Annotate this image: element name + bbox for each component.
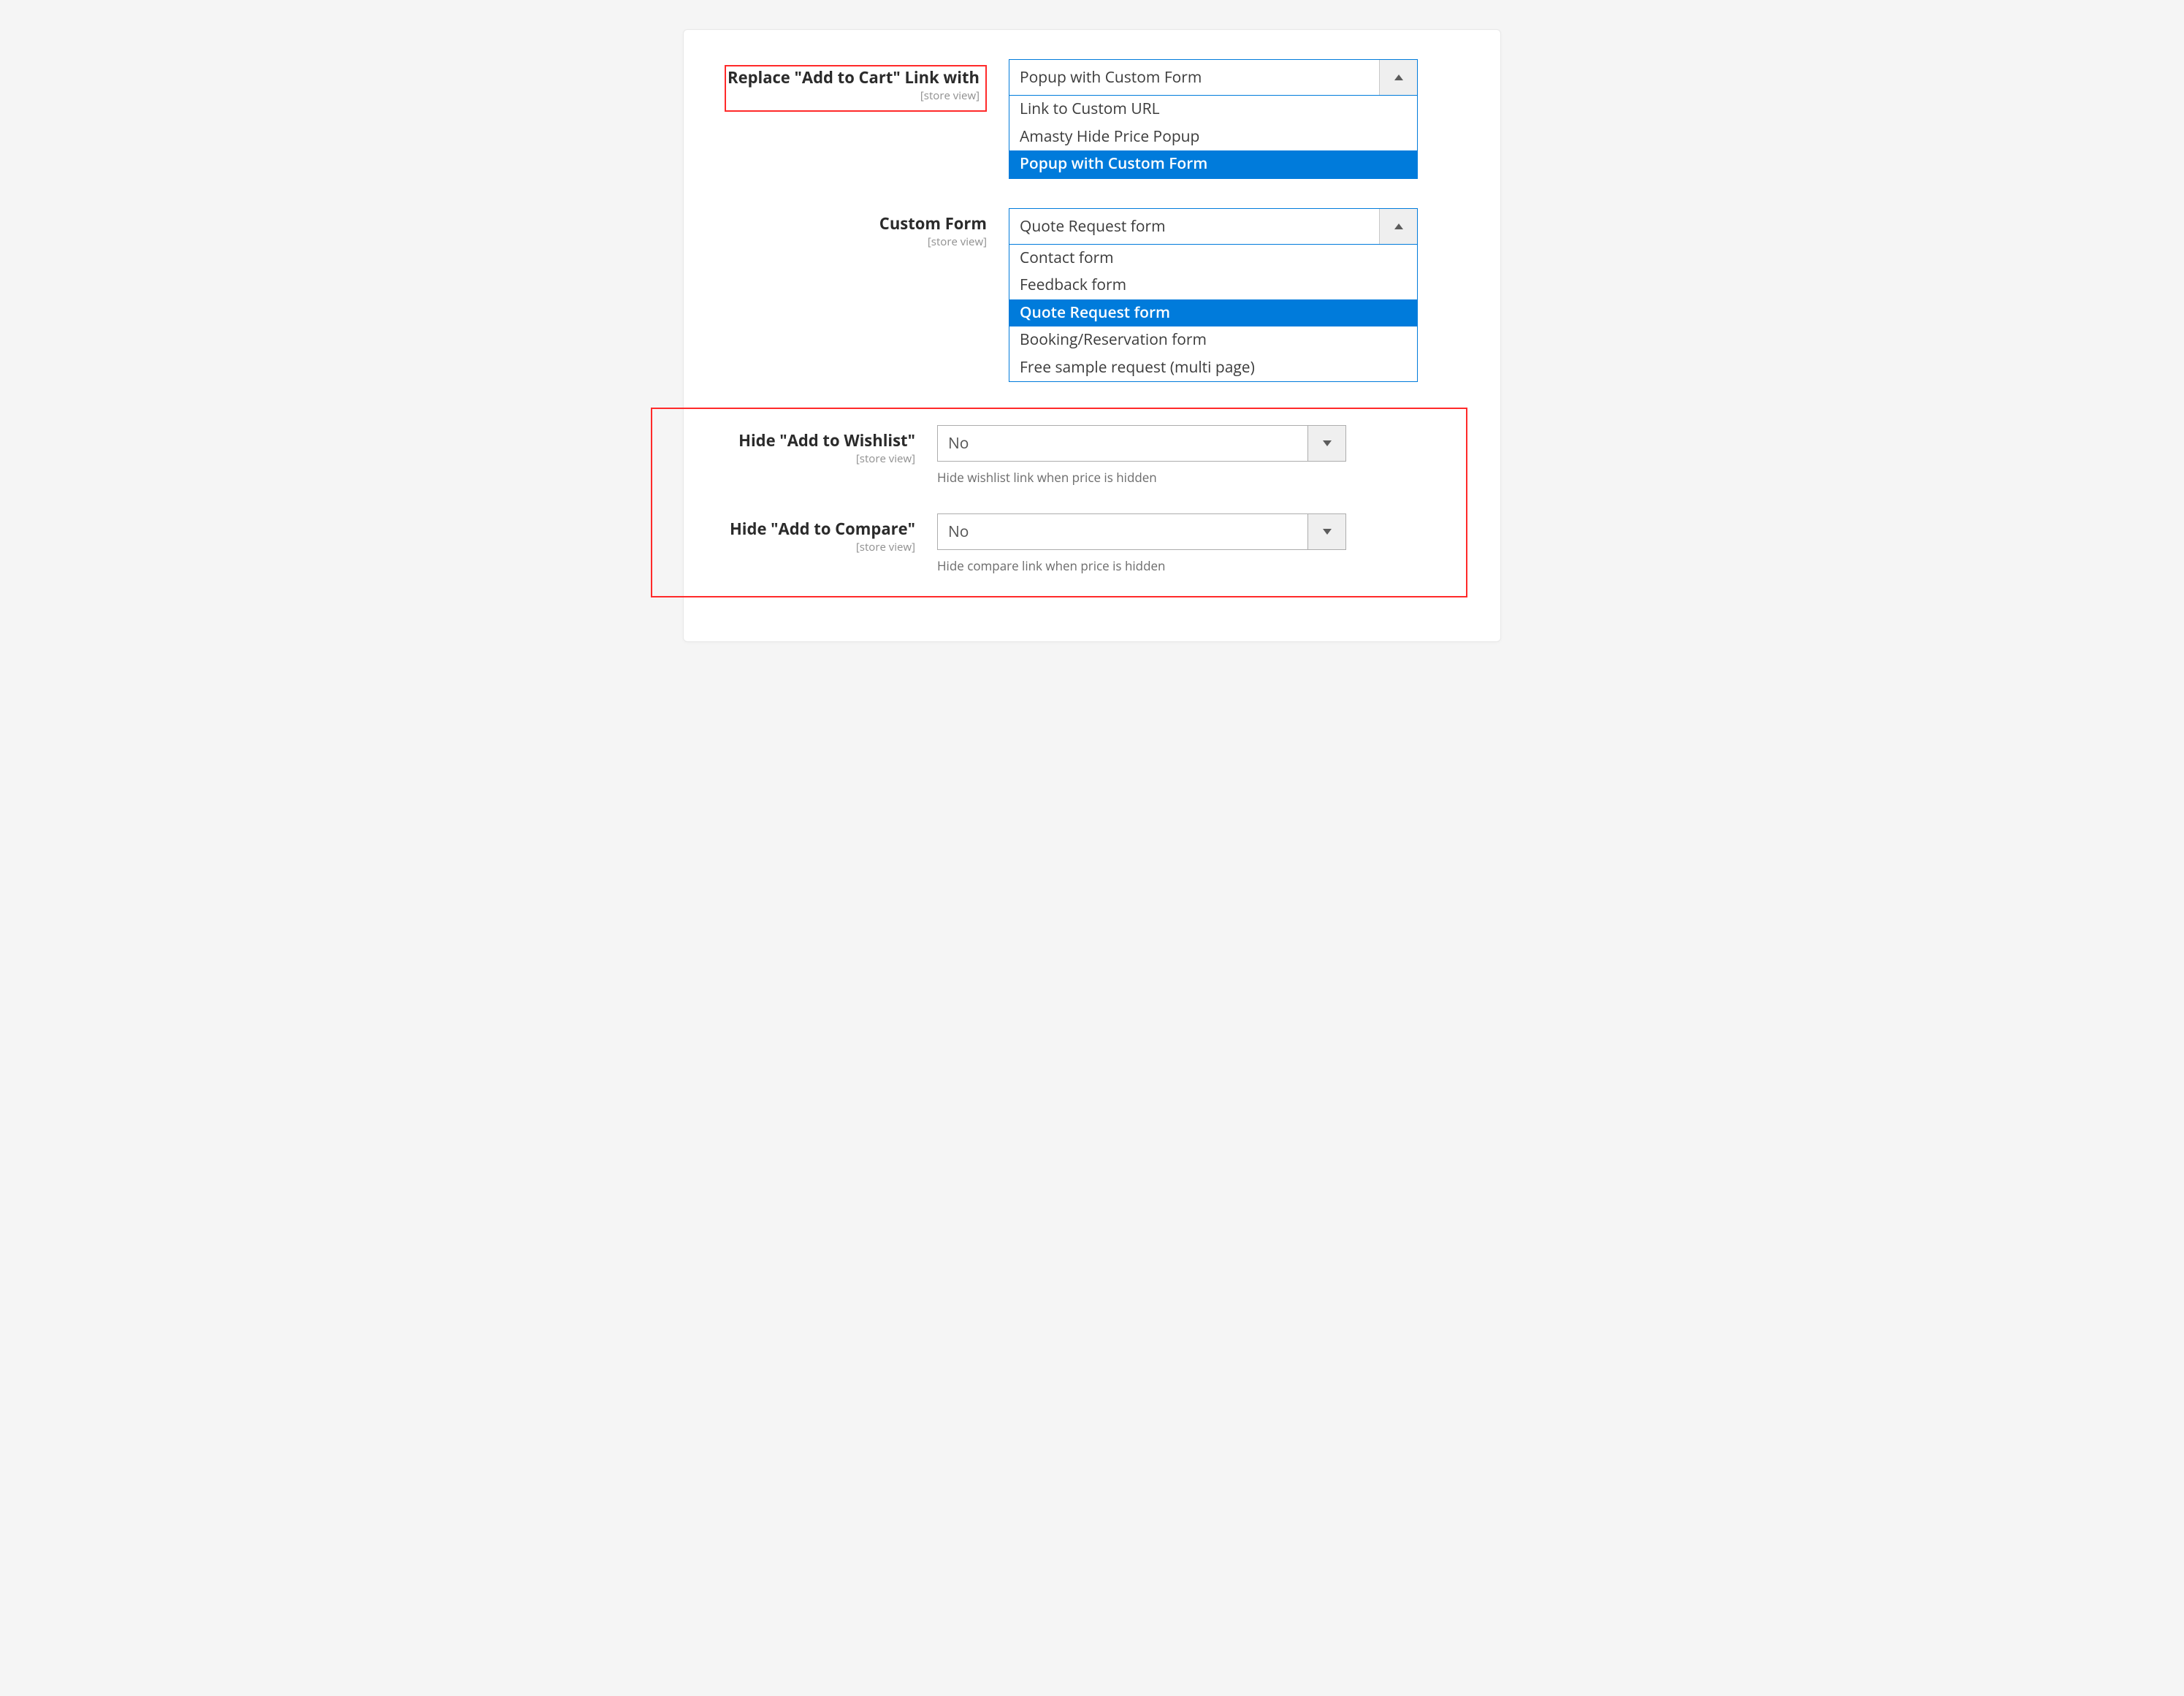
- hide-wishlist-select[interactable]: No: [937, 425, 1346, 462]
- dropdown-option-selected[interactable]: Popup with Custom Form: [1009, 150, 1417, 178]
- field-hint: Hide compare link when price is hidden: [937, 557, 1346, 574]
- select-value: Popup with Custom Form: [1009, 60, 1379, 95]
- value-col: Quote Request form Contact form Feedback…: [1009, 208, 1418, 383]
- label-col: Hide "Add to Compare" [store view]: [722, 513, 937, 554]
- replace-link-dropdown: Link to Custom URL Amasty Hide Price Pop…: [1009, 96, 1418, 179]
- field-custom-form: Custom Form [store view] Quote Request f…: [724, 208, 1460, 383]
- dropdown-option[interactable]: Contact form: [1009, 245, 1417, 272]
- dropdown-option[interactable]: Free sample request (multi page): [1009, 354, 1417, 382]
- value-col: No Hide wishlist link when price is hidd…: [937, 425, 1346, 486]
- replace-link-select[interactable]: Popup with Custom Form: [1009, 59, 1418, 96]
- custom-form-select[interactable]: Quote Request form: [1009, 208, 1418, 245]
- custom-form-dropdown: Contact form Feedback form Quote Request…: [1009, 245, 1418, 383]
- label-scope: [store view]: [724, 234, 987, 249]
- label-text: Hide "Add to Compare": [730, 518, 915, 540]
- highlight-box-label: Replace "Add to Cart" Link with [store v…: [725, 65, 987, 112]
- chevron-up-icon: [1379, 60, 1417, 95]
- label-col: Custom Form [store view]: [724, 208, 1009, 249]
- label-text: Hide "Add to Wishlist": [738, 429, 915, 451]
- label-col: Hide "Add to Wishlist" [store view]: [722, 425, 937, 466]
- field-hint: Hide wishlist link when price is hidden: [937, 469, 1346, 486]
- label-scope: [store view]: [728, 88, 980, 103]
- value-col: No Hide compare link when price is hidde…: [937, 513, 1346, 574]
- dropdown-option[interactable]: Feedback form: [1009, 272, 1417, 299]
- label-text: Custom Form: [879, 213, 987, 234]
- value-col: Popup with Custom Form Link to Custom UR…: [1009, 59, 1418, 179]
- config-panel: Replace "Add to Cart" Link with [store v…: [683, 29, 1501, 642]
- dropdown-option[interactable]: Booking/Reservation form: [1009, 326, 1417, 354]
- field-hide-wishlist: Hide "Add to Wishlist" [store view] No H…: [722, 425, 1450, 486]
- label-scope: [store view]: [722, 540, 915, 554]
- highlight-box-region: Hide "Add to Wishlist" [store view] No H…: [651, 408, 1467, 597]
- field-replace-add-to-cart: Replace "Add to Cart" Link with [store v…: [724, 59, 1460, 179]
- chevron-down-icon: [1307, 514, 1345, 549]
- dropdown-option[interactable]: Link to Custom URL: [1009, 96, 1417, 123]
- select-value: No: [938, 426, 1307, 461]
- select-value: No: [938, 514, 1307, 549]
- chevron-down-icon: [1307, 426, 1345, 461]
- dropdown-option[interactable]: Amasty Hide Price Popup: [1009, 123, 1417, 151]
- label-text: Replace "Add to Cart" Link with: [728, 66, 980, 88]
- dropdown-option-selected[interactable]: Quote Request form: [1009, 299, 1417, 327]
- field-hide-compare: Hide "Add to Compare" [store view] No Hi…: [722, 513, 1450, 574]
- hide-compare-select[interactable]: No: [937, 513, 1346, 550]
- select-value: Quote Request form: [1009, 209, 1379, 244]
- chevron-up-icon: [1379, 209, 1417, 244]
- label-col: Replace "Add to Cart" Link with [store v…: [724, 59, 1009, 112]
- label-scope: [store view]: [722, 451, 915, 466]
